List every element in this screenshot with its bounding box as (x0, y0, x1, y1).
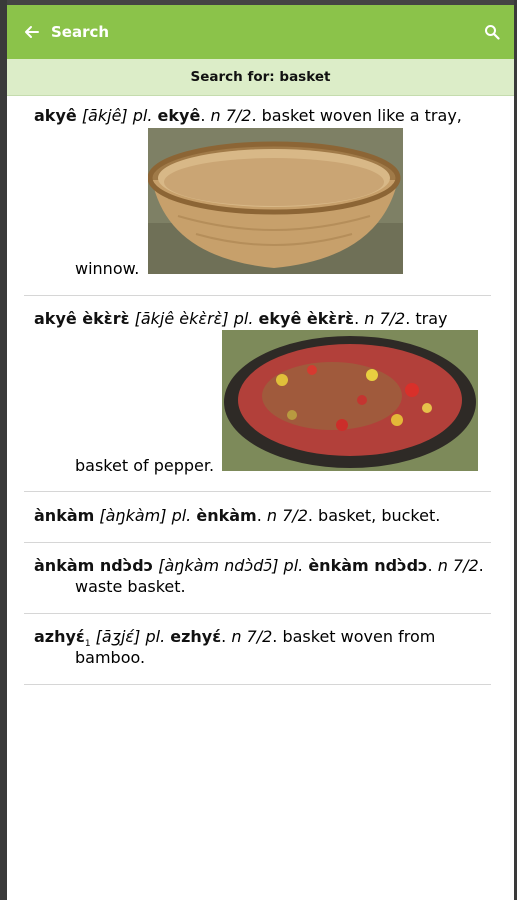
search-summary: Search for: basket (7, 59, 514, 96)
entry-plural-label: pl. (132, 106, 153, 125)
entry-headword: azhyɛ́ (34, 627, 85, 646)
entry-headword: ànkàm (34, 506, 95, 525)
entry-5-line-2: bamboo. (75, 648, 145, 667)
entry-pronunciation: [àŋkàm] (99, 506, 167, 525)
entry-plural: ènkàm ndɔ̀dɔ (308, 556, 428, 575)
entry-class: n 7/2 (437, 556, 479, 575)
entry-definition: basket, bucket. (318, 506, 441, 525)
entry-3-line-1: ànkàm [àŋkàm] pl. ènkàm. n 7/2. basket, … (34, 506, 441, 525)
divider (24, 491, 491, 492)
entry-definition: basket woven from (282, 627, 436, 646)
entry-pronunciation: [ākjê èkɛ̀rɛ̀] (134, 309, 229, 328)
entry-1-line-2: winnow. (75, 259, 139, 278)
entry-plural: ekyê (157, 106, 201, 125)
entry-plural-label: pl. (145, 627, 166, 646)
entry-class: n 7/2 (231, 627, 273, 646)
search-term: basket (279, 69, 331, 85)
entry-4-line-2: waste basket. (75, 577, 186, 596)
entry-plural: ekyê èkɛ̀rɛ̀ (258, 309, 355, 328)
entry-5-line-1: azhyɛ́1 [āʒjɛ́] pl. ezhyɛ́. n 7/2. baske… (34, 627, 436, 650)
app-window: Search Search for: basket akyê [ākjê] pl… (7, 0, 514, 900)
entry-class: n 7/2 (210, 106, 252, 125)
entry-pronunciation: [àŋkàm ndɔ̀dɔ̄] (158, 556, 279, 575)
entry-headword: ànkàm ndɔ̀dɔ (34, 556, 154, 575)
entry-4-line-1: ànkàm ndɔ̀dɔ [àŋkàm ndɔ̀dɔ̄] pl. ènkàm n… (34, 556, 484, 575)
divider (24, 542, 491, 543)
search-icon[interactable] (484, 24, 500, 40)
search-label: Search for: (190, 69, 275, 85)
entry-headword: akyê (34, 106, 77, 125)
entry-pronunciation: [ākjê] (81, 106, 128, 125)
back-arrow-icon[interactable] (23, 24, 39, 40)
entry-2-line-1: akyê èkɛ̀rɛ̀ [ākjê èkɛ̀rɛ̀] pl. ekyê èkɛ… (34, 309, 448, 328)
entry-definition: tray (415, 309, 448, 328)
woven-tray-basket-image (148, 128, 403, 274)
entry-plural: ezhyɛ́ (170, 627, 222, 646)
entry-definition: basket woven like a tray, (261, 106, 462, 125)
tray-basket-of-pepper-image (222, 330, 478, 471)
entry-class: n 7/2 (266, 506, 308, 525)
divider (24, 295, 491, 296)
divider (24, 613, 491, 614)
entry-plural: ènkàm (196, 506, 257, 525)
entry-1-line-1: akyê [ākjê] pl. ekyê. n 7/2. basket wove… (34, 106, 462, 125)
entry-pronunciation: [āʒjɛ́] (95, 627, 141, 646)
entry-plural-label: pl. (171, 506, 192, 525)
entry-definition-cont: bamboo. (75, 648, 146, 667)
entry-headword: akyê èkɛ̀rɛ̀ (34, 309, 130, 328)
app-bar: Search (7, 5, 514, 59)
divider (24, 684, 491, 685)
entry-definition: waste basket. (75, 577, 186, 596)
entry-definition-cont: basket of pepper. (75, 456, 215, 475)
entry-class: n 7/2 (364, 309, 406, 328)
entry-plural-label: pl. (233, 309, 254, 328)
page-title: Search (51, 23, 110, 41)
entry-2-line-2: basket of pepper. (75, 456, 214, 475)
entry-definition-cont: winnow. (75, 259, 140, 278)
entry-plural-label: pl. (283, 556, 304, 575)
